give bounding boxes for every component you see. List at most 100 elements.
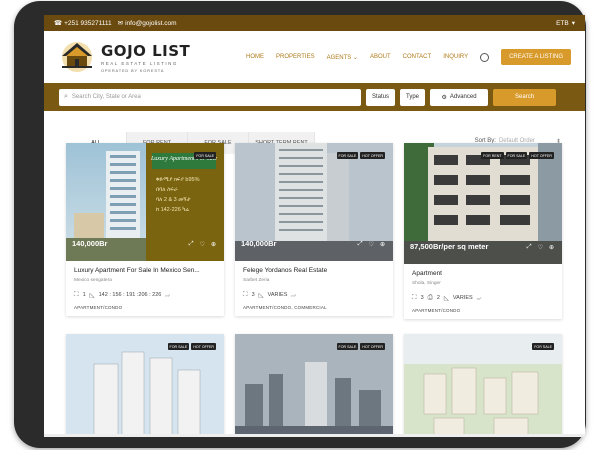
mail-icon: ✉ xyxy=(117,20,124,27)
bed-icon: ⛶ xyxy=(243,291,248,298)
chevron-down-icon: ⌄ xyxy=(352,54,358,61)
area-value: VARIES xyxy=(452,295,473,301)
currency-label: ETB xyxy=(556,19,569,27)
status-badge: HOT OFFER xyxy=(360,343,385,350)
listing-photo[interactable]: Luxury Apartment For Sale ቅድሚያ ክፍያ b95% … xyxy=(66,143,224,261)
create-listing-button[interactable]: CREATE A LISTING xyxy=(501,49,571,65)
status-badge: HOT OFFER xyxy=(360,152,385,159)
email-link[interactable]: ✉ info@gojolist.com xyxy=(118,19,177,27)
status-badge: FOR SALE xyxy=(167,343,190,350)
phone-link[interactable]: ☎ +251 935271111 xyxy=(54,19,112,27)
nav-agents-label: AGENTS xyxy=(326,54,352,61)
badge-group: FOR SALE HOT OFFER xyxy=(336,152,385,159)
listing-card[interactable]: FOR SALE HOT OFFER xyxy=(235,334,393,437)
heart-icon[interactable]: ♡ xyxy=(369,241,374,248)
listing-card[interactable]: FOR SALE HOT OFFER 140,000Br ⤢ ♡ ⊕ Feleg… xyxy=(235,143,393,316)
tablet-frame: ☎ +251 935271111 ✉ info@gojolist.com ETB ▾ xyxy=(14,1,586,448)
type-dropdown[interactable]: Type xyxy=(400,88,426,106)
overlay-line: ከ 142-226 ካሬ xyxy=(156,207,189,213)
badge-group: FOR SALE HOT OFFER xyxy=(167,343,216,350)
bed-count: 1 xyxy=(82,292,86,298)
nav-inquiry[interactable]: INQUIRY xyxy=(443,54,468,60)
overlay-line: በባለ ስፍራ xyxy=(156,187,178,193)
user-icon[interactable] xyxy=(480,52,490,62)
listing-type: APARTMENT/CONDO xyxy=(74,305,123,310)
expand-icon[interactable]: ⤢ xyxy=(527,244,532,251)
listing-title[interactable]: Apartment xyxy=(412,270,554,277)
compare-icon[interactable]: ⊕ xyxy=(211,241,216,248)
listing-features: ⛶ 3 ◺ VARIES m² xyxy=(243,291,385,299)
area-icon: ◺ xyxy=(443,295,449,302)
listing-card[interactable]: Luxury Apartment For Sale ቅድሚያ ክፍያ b95% … xyxy=(66,143,224,316)
nav-properties[interactable]: PROPERTIES xyxy=(276,54,315,60)
area-value: VARIES xyxy=(267,292,288,298)
badge-group: FOR SALE xyxy=(532,343,554,350)
listing-photo[interactable]: FOR SALE HOT OFFER xyxy=(66,334,224,437)
email-text: info@gojolist.com xyxy=(125,20,177,27)
nav-contact[interactable]: CONTACT xyxy=(403,54,432,60)
brand-subtitle: REAL ESTATE LISTING xyxy=(101,60,178,66)
badge-group: FOR RENT FOR SALE HOT OFFER xyxy=(481,152,554,159)
top-contact-bar: ☎ +251 935271111 ✉ info@gojolist.com ETB ▾ xyxy=(44,15,585,31)
listing-price: 140,000Br xyxy=(72,239,108,248)
site-header: GOJO LIST REAL ESTATE LISTING OPERATED B… xyxy=(44,31,585,83)
search-button[interactable]: Search xyxy=(493,88,557,106)
nav-about[interactable]: ABOUT xyxy=(370,54,391,60)
listing-location: Sarbet Zeria xyxy=(243,278,270,283)
listing-card[interactable]: FOR SALE HOT OFFER xyxy=(66,334,224,437)
search-input[interactable]: ⌕ Search City, State or Area xyxy=(59,88,361,106)
advanced-button[interactable]: ⚙ Advanced xyxy=(430,88,489,106)
status-badge: HOT OFFER xyxy=(191,343,216,350)
listing-body: Apartment Shola, Singer ⛶ 3 ⎙ 2 ◺ VARIES… xyxy=(404,264,562,319)
listing-body: Felege Yordanos Real Estate Sarbet Zeria… xyxy=(235,261,393,316)
area-unit: m² xyxy=(291,292,297,298)
bath-count: 2 xyxy=(436,295,440,301)
listing-photo[interactable]: FOR SALE HOT OFFER 140,000Br ⤢ ♡ ⊕ xyxy=(235,143,393,261)
status-dropdown[interactable]: Status xyxy=(366,88,396,106)
bed-count: 3 xyxy=(420,295,424,301)
compare-icon[interactable]: ⊕ xyxy=(549,244,554,251)
search-bar: ⌕ Search City, State or Area Status Type… xyxy=(44,83,585,111)
contact-info: ☎ +251 935271111 ✉ info@gojolist.com xyxy=(54,19,177,27)
gear-icon: ⚙ xyxy=(441,94,447,101)
listing-title[interactable]: Luxury Apartment For Sale In Mexico Sen.… xyxy=(74,267,216,274)
badge-group: FOR SALE xyxy=(194,152,216,159)
logo[interactable]: GOJO LIST REAL ESTATE LISTING OPERATED B… xyxy=(58,40,190,74)
listing-features: ⛶ 1 ◺ 142 : 156 : 191 :206 : 226 m² xyxy=(74,291,216,299)
status-badge: FOR SALE xyxy=(505,152,528,159)
advanced-label: Advanced xyxy=(449,94,477,100)
listing-photo[interactable]: FOR SALE xyxy=(404,334,562,437)
area-icon: ◺ xyxy=(258,292,264,299)
badge-group: FOR SALE HOT OFFER xyxy=(336,343,385,350)
listing-location: Mexico sengatera xyxy=(74,278,112,283)
bed-icon: ⛶ xyxy=(412,294,417,301)
listing-photo[interactable]: FOR SALE HOT OFFER xyxy=(235,334,393,437)
nav-agents[interactable]: AGENTS ⌄ xyxy=(327,54,358,61)
photo-actions: ⤢ ♡ ⊕ xyxy=(358,241,385,248)
heart-icon[interactable]: ♡ xyxy=(200,241,205,248)
chevron-down-icon: ▾ xyxy=(571,20,575,27)
overlay-line: ቅድሚያ ክፍያ b95% xyxy=(156,177,200,183)
status-badge: FOR SALE xyxy=(336,152,359,159)
phone-text: +251 935271111 xyxy=(64,20,112,27)
listing-photo[interactable]: FOR RENT FOR SALE HOT OFFER 87,500Br/per… xyxy=(404,143,562,264)
screen-bottom-edge xyxy=(44,434,585,437)
browser-screen: ☎ +251 935271111 ✉ info@gojolist.com ETB ▾ xyxy=(44,15,585,437)
status-badge: FOR SALE xyxy=(194,152,216,159)
area-value: 142 : 156 : 191 :206 : 226 xyxy=(98,292,162,298)
currency-selector[interactable]: ETB ▾ xyxy=(556,19,575,28)
listing-card[interactable]: FOR SALE xyxy=(404,334,562,437)
listing-card[interactable]: FOR RENT FOR SALE HOT OFFER 87,500Br/per… xyxy=(404,143,562,319)
compare-icon[interactable]: ⊕ xyxy=(380,241,385,248)
overlay-line: ባለ 2 & 3 መኝታ xyxy=(156,197,191,203)
brand-title: GOJO LIST xyxy=(101,41,191,60)
heart-icon[interactable]: ♡ xyxy=(538,244,543,251)
overlay-text: ቅድሚያ ክፍያ b95% በባለ ስፍራ ባለ 2 & 3 መኝታ ከ 142… xyxy=(156,175,199,215)
expand-icon[interactable]: ⤢ xyxy=(358,241,363,248)
nav-home[interactable]: HOME xyxy=(246,54,264,60)
status-badge: FOR SALE xyxy=(336,343,359,350)
listing-title[interactable]: Felege Yordanos Real Estate xyxy=(243,267,385,274)
expand-icon[interactable]: ⤢ xyxy=(189,241,194,248)
listing-type: APARTMENT/CONDO xyxy=(412,308,461,313)
brand-operator: OPERATED BY KORESTA xyxy=(101,67,165,73)
